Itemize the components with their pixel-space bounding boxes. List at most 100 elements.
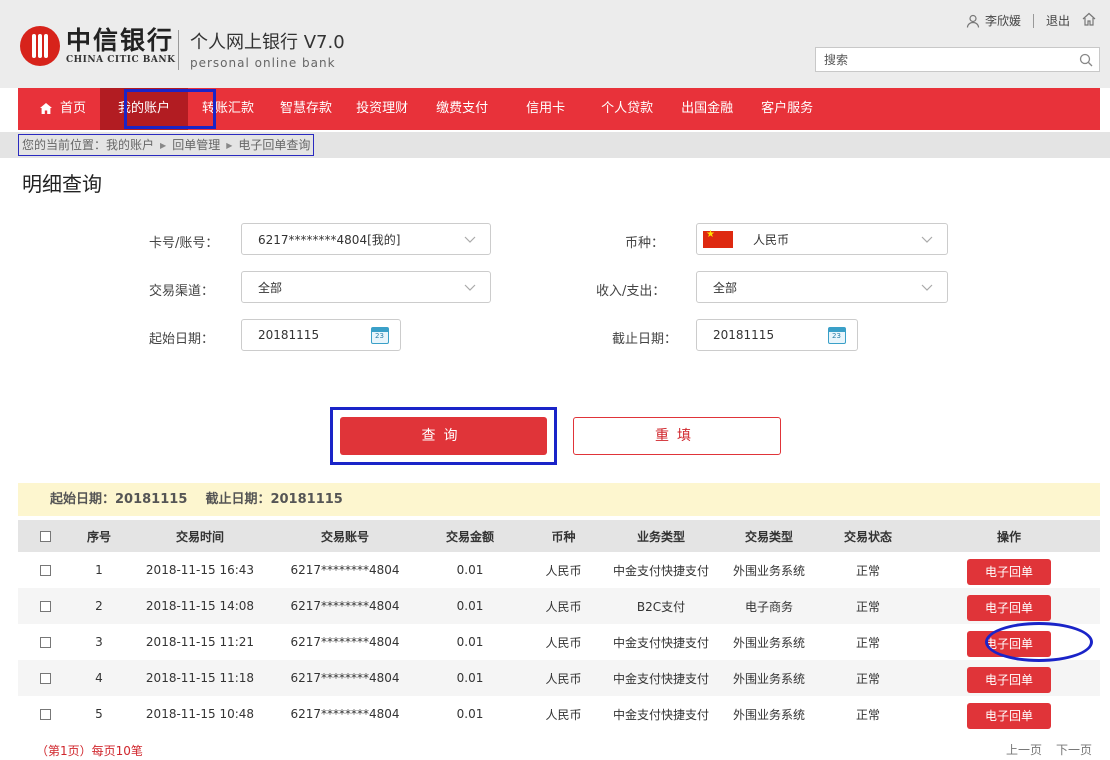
chevron-down-icon [907,232,947,246]
search-input[interactable]: 搜索 [816,51,1073,68]
io-select[interactable]: 全部 [696,271,948,303]
highlight-my-account [124,89,216,129]
row-checkbox[interactable] [18,588,73,624]
channel-label: 交易渠道： [149,284,215,299]
start-date-label: 起始日期： [149,332,215,347]
start-date-field[interactable]: 20181115 [241,319,401,351]
cell-no: 1 [95,563,103,577]
date-range-summary: 起始日期：20181115 截止日期：20181115 [18,483,1100,516]
cell-amount: 0.01 [456,635,484,649]
end-date-value: 20181115 [713,328,775,342]
highlight-receipt-button [985,622,1093,662]
cell-time: 2018-11-15 11:18 [145,671,255,685]
cell-amount: 0.01 [456,563,484,577]
cell-amount: 0.01 [456,671,484,685]
breadcrumb-prefix: 您的当前位置： [22,138,107,152]
row-checkbox[interactable] [18,624,73,660]
home-icon[interactable] [1082,12,1096,29]
page-info: （第1页）每页10笔 [36,744,143,758]
table-row: 3 2018-11-15 11:21 6217********4804 0.01… [18,624,1100,660]
breadcrumb-arrow-icon: ▶ [226,141,233,150]
cell-currency: 人民币 [545,635,582,650]
receipt-button[interactable]: 电子回单 [967,666,1051,693]
cell-currency: 人民币 [545,671,582,686]
cell-action: 电子回单 [918,588,1100,624]
cell-time: 2018-11-15 14:08 [145,599,255,613]
nav-deposit[interactable]: 智慧存款 [268,88,344,130]
home-icon [40,103,52,114]
table-header: 序号 交易时间 交易账号 交易金额 币种 业务类型 交易类型 交易状态 操作 [18,520,1100,552]
channel-select[interactable]: 全部 [241,271,491,303]
nav-payment[interactable]: 缴费支付 [420,88,504,130]
select-all-checkbox[interactable] [18,520,73,552]
col-currency: 币种 [551,529,576,544]
prev-page-link[interactable]: 上一页 [1006,743,1042,757]
currency-label: 币种： [625,236,665,251]
end-date-field[interactable]: 20181115 [696,319,858,351]
table-row: 1 2018-11-15 16:43 6217********4804 0.01… [18,552,1100,588]
cell-tx-type: 电子商务 [744,599,793,614]
table-row: 4 2018-11-15 11:18 6217********4804 0.01… [18,660,1100,696]
next-page-link[interactable]: 下一页 [1056,743,1092,757]
cell-amount: 0.01 [456,707,484,721]
search-icon[interactable] [1073,48,1099,71]
breadcrumb: 您的当前位置：我的账户 ▶ 回单管理 ▶ 电子回单查询 [18,134,315,156]
cell-tx-type: 外围业务系统 [732,707,805,722]
cell-status: 正常 [855,635,880,650]
cell-status: 正常 [855,671,880,686]
currency-select[interactable]: 人民币 [696,223,948,255]
row-checkbox[interactable] [18,696,73,732]
row-checkbox[interactable] [18,660,73,696]
nav-home[interactable]: 首页 [18,88,100,130]
nav-service[interactable]: 客户服务 [747,88,827,130]
receipt-button[interactable]: 电子回单 [967,558,1051,585]
cell-time: 2018-11-15 10:48 [145,707,255,721]
col-action: 操作 [996,529,1021,544]
cell-no: 2 [95,599,103,613]
nav-overseas[interactable]: 出国金融 [667,88,747,130]
cell-biz-type: 中金支付快捷支付 [612,671,709,686]
breadcrumb-item-receipt[interactable]: 回单管理 [172,138,220,152]
cell-tx-type: 外围业务系统 [732,635,805,650]
search-box[interactable]: 搜索 [815,47,1100,72]
row-checkbox[interactable] [18,552,73,588]
bank-logo[interactable]: 中信银行 CHINA CITIC BANK [20,26,175,66]
card-label: 卡号/账号： [149,236,219,251]
breadcrumb-item-query[interactable]: 电子回单查询 [238,138,310,152]
cell-action: 电子回单 [918,660,1100,696]
table-row: 2 2018-11-15 14:08 6217********4804 0.01… [18,588,1100,624]
cell-action: 电子回单 [918,552,1100,588]
table-row: 5 2018-11-15 10:48 6217********4804 0.01… [18,696,1100,732]
pager: 上一页 下一页 [992,741,1092,758]
receipt-button[interactable]: 电子回单 [967,702,1051,729]
cell-biz-type: 中金支付快捷支付 [612,635,709,650]
nav-loan[interactable]: 个人贷款 [587,88,667,130]
calendar-icon[interactable] [371,326,389,344]
end-date-label: 截止日期： [612,332,678,347]
header-divider [178,30,179,70]
china-flag-icon [703,229,733,248]
channel-value: 全部 [258,280,283,295]
chevron-down-icon [450,280,490,294]
bank-name-en: CHINA CITIC BANK [66,54,176,65]
logout-link[interactable]: 退出 [1046,12,1070,29]
nav-credit-card[interactable]: 信用卡 [504,88,587,130]
cell-status: 正常 [855,599,880,614]
nav-investment[interactable]: 投资理财 [344,88,420,130]
breadcrumb-item-account[interactable]: 我的账户 [106,138,154,152]
receipt-button[interactable]: 电子回单 [967,594,1051,621]
cell-status: 正常 [855,707,880,722]
cell-action: 电子回单 [918,696,1100,732]
transaction-table: 序号 交易时间 交易账号 交易金额 币种 业务类型 交易类型 交易状态 操作 1… [18,520,1100,732]
cell-account: 6217********4804 [290,599,400,613]
cell-tx-type: 外围业务系统 [732,671,805,686]
reset-button[interactable]: 重填 [573,417,781,455]
calendar-icon[interactable] [828,326,846,344]
col-time: 交易时间 [175,529,224,544]
user-icon [966,14,980,28]
cell-time: 2018-11-15 16:43 [145,563,255,577]
currency-value: 人民币 [753,232,790,247]
col-no: 序号 [86,529,111,544]
user-name[interactable]: 李欣媛 [985,12,1021,29]
card-select[interactable]: 6217********4804[我的] [241,223,491,255]
